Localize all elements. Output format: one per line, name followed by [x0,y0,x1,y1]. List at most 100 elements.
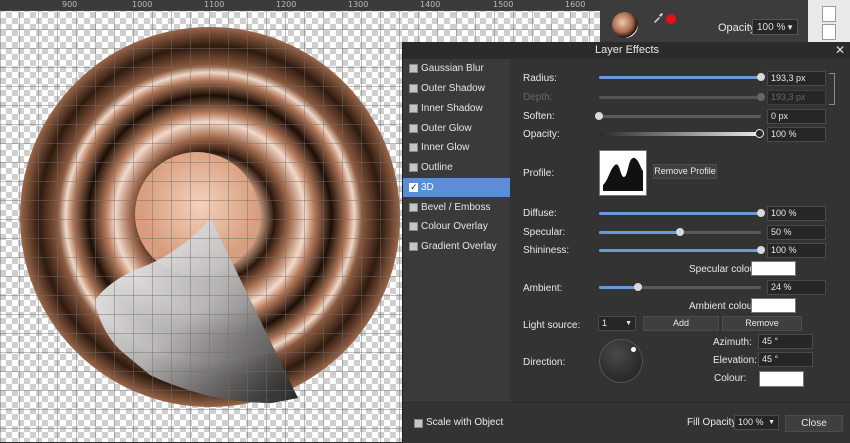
azimuth-field[interactable]: 45 ° [758,334,813,349]
radius-slider[interactable] [599,73,765,81]
depth-slider[interactable] [599,93,765,101]
effect-label: Outer Shadow [421,83,485,94]
azimuth-label: Azimuth: [713,337,752,348]
opacity-param-label: Opacity: [523,129,560,140]
shininess-slider[interactable] [599,246,765,254]
effect-label: Inner Glow [421,142,470,153]
diffuse-slider[interactable] [599,209,765,217]
slider-knob[interactable] [755,129,764,138]
opacity-value: 100 % [757,22,786,33]
checkbox[interactable] [409,84,418,93]
effect-bevel-emboss[interactable]: Bevel / Emboss [403,198,510,217]
close-button[interactable]: Close [785,415,843,432]
soften-slider[interactable] [595,112,761,120]
effect-label: Inner Shadow [421,103,483,114]
colour-label: Colour: [714,373,747,384]
slider-fill [599,231,680,234]
direction-label: Direction: [523,357,566,368]
chevron-down-icon: ▼ [786,23,794,32]
slider-fill [599,96,761,99]
depth-field[interactable]: 193,3 px [767,90,826,105]
slider-knob[interactable] [757,73,765,81]
slider-knob[interactable] [676,228,684,236]
checkbox[interactable] [409,143,418,152]
checkbox[interactable] [409,242,418,251]
specular-slider[interactable] [599,228,761,236]
radius-label: Radius: [523,73,557,84]
profile-curve-editor[interactable] [599,150,647,196]
link-bracket[interactable] [829,73,835,105]
effect-inner-shadow[interactable]: Inner Shadow [403,99,510,118]
checkbox-checked[interactable] [409,178,418,197]
slider-knob[interactable] [757,93,765,101]
ambient-colour-label: Ambient colour: [689,301,759,312]
add-light-button[interactable]: Add [643,316,719,331]
checkbox[interactable] [409,64,418,73]
light-position-handle[interactable] [631,347,636,352]
light-colour-swatch[interactable] [759,371,804,387]
specular-label: Specular: [523,227,566,238]
effect-label: Gradient Overlay [421,241,497,252]
opacity-field[interactable]: 100 % [767,127,826,142]
opacity-slider[interactable] [599,129,764,138]
panel-button[interactable] [822,6,836,22]
light-source-label: Light source: [523,320,581,331]
slider-knob[interactable] [595,112,603,120]
checkbox[interactable] [409,104,418,113]
effect-outline[interactable]: Outline [403,158,510,177]
ambient-colour-swatch[interactable] [751,298,796,313]
chevron-down-icon: ▼ [768,419,775,426]
scale-with-object-label: Scale with Object [426,417,504,428]
direction-dial[interactable] [599,339,643,383]
effect-gradient-overlay[interactable]: Gradient Overlay [403,237,510,256]
layer-effects-dialog: Layer Effects ✕ Gaussian Blur Outer Shad… [402,42,850,443]
effect-label: Colour Overlay [421,221,488,232]
scale-with-object-checkbox[interactable] [414,419,423,428]
remove-profile-button[interactable]: Remove Profile [653,164,717,179]
colour-swatch-red[interactable] [666,14,676,24]
slider-knob[interactable] [757,209,765,217]
slider-knob[interactable] [633,283,642,291]
effect-colour-overlay[interactable]: Colour Overlay [403,217,510,236]
specular-field[interactable]: 50 % [767,225,826,240]
dialog-footer: Scale with Object Fill Opacity: 100 % ▼ C… [403,402,850,443]
close-icon[interactable]: ✕ [835,43,845,57]
fill-opacity-value: 100 % [738,417,764,427]
diffuse-field[interactable]: 100 % [767,206,826,221]
radius-field[interactable]: 193,3 px [767,71,826,86]
remove-light-button[interactable]: Remove [722,316,802,331]
fill-opacity-dropdown[interactable]: 100 % ▼ [734,415,779,430]
dialog-title: Layer Effects [403,42,850,59]
effect-outer-glow[interactable]: Outer Glow [403,119,510,138]
effect-label: Outline [421,162,453,173]
diffuse-label: Diffuse: [523,208,557,219]
shininess-label: Shininess: [523,245,570,256]
checkbox[interactable] [409,222,418,231]
eyedropper-icon[interactable] [652,12,664,24]
effect-outer-shadow[interactable]: Outer Shadow [403,79,510,98]
checkbox[interactable] [409,124,418,133]
shininess-field[interactable]: 100 % [767,243,826,258]
effect-3d[interactable]: 3D [403,178,510,197]
light-source-dropdown[interactable]: 1 ▼ [598,316,636,331]
ambient-slider[interactable] [599,283,761,291]
effect-gaussian-blur[interactable]: Gaussian Blur [403,59,510,78]
specular-colour-swatch[interactable] [751,261,796,276]
elevation-label: Elevation: [713,355,757,366]
ambient-field[interactable]: 24 % [767,280,826,295]
checkbox[interactable] [409,163,418,172]
profile-label: Profile: [523,168,555,179]
profile-curve-icon [603,157,643,191]
slider-fill [599,286,638,289]
ambient-label: Ambient: [523,283,563,294]
slider-knob[interactable] [757,246,765,254]
checkbox[interactable] [409,203,418,212]
fill-opacity-label: Fill Opacity: [687,417,740,428]
effect-inner-glow[interactable]: Inner Glow [403,138,510,157]
soften-field[interactable]: 0 px [767,109,826,124]
panel-button[interactable] [822,24,836,40]
chevron-down-icon: ▼ [625,320,632,327]
opacity-dropdown[interactable]: 100 % ▼ [752,19,798,35]
elevation-field[interactable]: 45 ° [758,352,813,367]
layer-thumbnail[interactable] [612,12,638,38]
